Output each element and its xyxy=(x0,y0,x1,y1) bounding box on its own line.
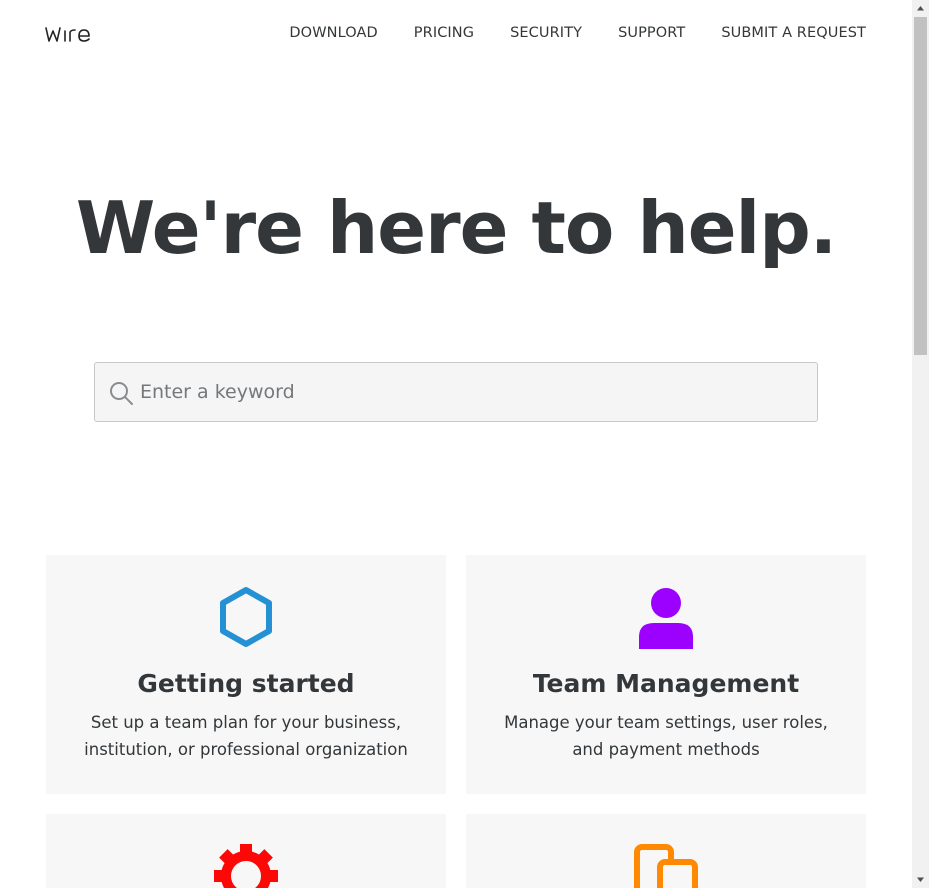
card-title: Team Management xyxy=(532,669,800,698)
hexagon-icon xyxy=(220,587,272,647)
page: DOWNLOAD PRICING SECURITY SUPPORT SUBMIT… xyxy=(0,0,912,888)
vertical-scrollbar[interactable] xyxy=(912,0,929,888)
card-getting-started[interactable]: Getting started Set up a team plan for y… xyxy=(46,555,446,794)
wire-logo[interactable] xyxy=(45,22,101,46)
card-description: Manage your team settings, user roles, a… xyxy=(504,713,828,759)
card-description: Set up a team plan for your business, in… xyxy=(84,713,408,759)
search-box xyxy=(94,362,818,422)
nav-security[interactable]: SECURITY xyxy=(510,25,582,41)
scroll-up-arrow-icon[interactable] xyxy=(912,0,929,17)
scrollbar-thumb[interactable] xyxy=(914,17,927,355)
gear-icon xyxy=(214,844,278,888)
scroll-down-arrow-icon[interactable] xyxy=(912,871,929,888)
devices-icon xyxy=(634,844,698,888)
card-team-management[interactable]: Team Management Manage your team setting… xyxy=(466,555,866,794)
nav-download[interactable]: DOWNLOAD xyxy=(289,25,377,41)
card-settings[interactable] xyxy=(46,814,446,888)
card-devices[interactable] xyxy=(466,814,866,888)
main-nav: DOWNLOAD PRICING SECURITY SUPPORT SUBMIT… xyxy=(289,25,866,41)
user-icon xyxy=(639,588,693,649)
site-header: DOWNLOAD PRICING SECURITY SUPPORT SUBMIT… xyxy=(0,0,912,70)
search-input[interactable] xyxy=(140,363,800,421)
search-icon xyxy=(110,382,133,405)
nav-submit-request[interactable]: SUBMIT A REQUEST xyxy=(721,25,866,41)
nav-pricing[interactable]: PRICING xyxy=(414,25,474,41)
card-title: Getting started xyxy=(137,669,355,698)
nav-support[interactable]: SUPPORT xyxy=(618,25,685,41)
hero-title: We're here to help. xyxy=(75,186,837,270)
